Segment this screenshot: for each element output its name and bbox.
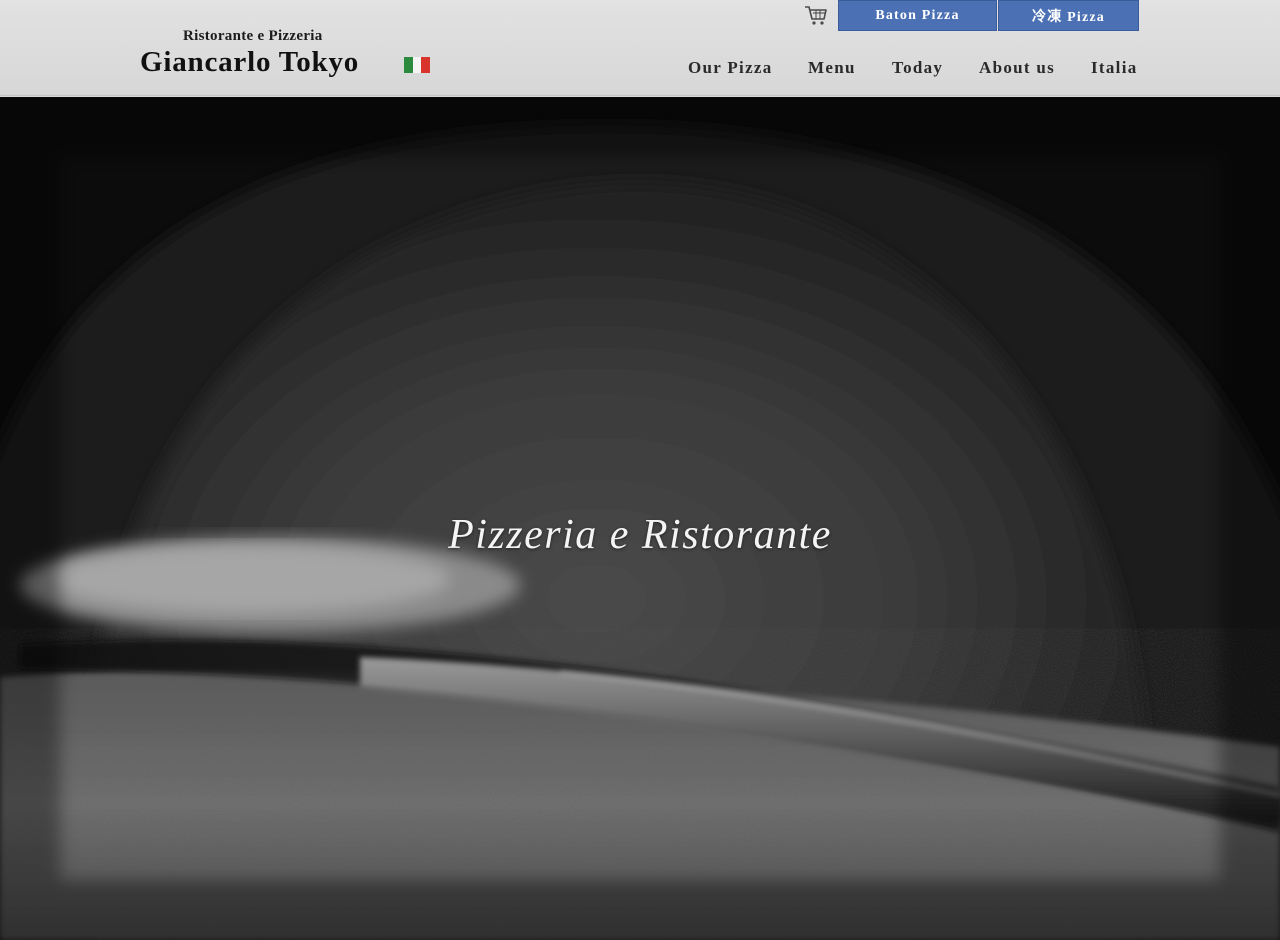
nav-italia[interactable]: Italia — [1091, 58, 1138, 80]
nav-today[interactable]: Today — [892, 58, 943, 80]
logo-subtitle: Ristorante e Pizzeria — [183, 28, 323, 44]
italian-flag-icon — [404, 57, 431, 73]
hero-title: Pizzeria e Ristorante — [448, 512, 832, 558]
hero-section: Pizzeria e Ristorante — [0, 97, 1280, 940]
nav-our-pizza[interactable]: Our Pizza — [688, 58, 773, 80]
site-logo[interactable]: Ristorante e Pizzeria Giancarlo Tokyo — [140, 26, 440, 82]
baton-pizza-button[interactable]: Baton Pizza — [838, 0, 997, 31]
nav-menu[interactable]: Menu — [808, 58, 856, 80]
nav-about-us[interactable]: About us — [979, 58, 1055, 80]
site-header: Ristorante e Pizzeria Giancarlo Tokyo Ba… — [0, 0, 1280, 96]
shopping-cart-icon[interactable] — [804, 4, 828, 26]
logo-title: Giancarlo Tokyo — [140, 46, 360, 78]
frozen-pizza-button[interactable]: 冷凍 Pizza — [998, 0, 1139, 31]
